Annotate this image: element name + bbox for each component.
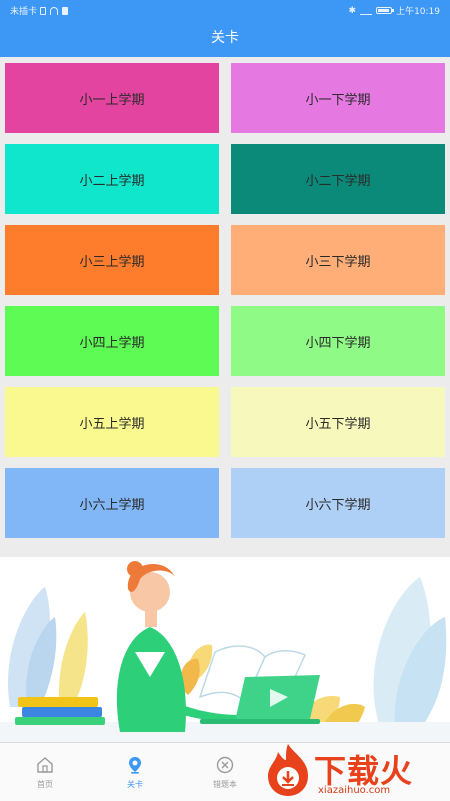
level-label: 小一下学期	[305, 92, 371, 108]
level-label: 小六下学期	[305, 497, 371, 513]
level-tile-6b[interactable]: 小六下学期	[231, 468, 445, 538]
flame-logo-icon	[268, 744, 308, 796]
level-tile-5b[interactable]: 小五下学期	[231, 387, 445, 457]
study-banner-illustration	[0, 557, 450, 742]
level-tile-5a[interactable]: 小五上学期	[5, 387, 219, 457]
level-label: 小二下学期	[305, 173, 371, 189]
level-label: 小三上学期	[79, 254, 145, 270]
level-tile-2b[interactable]: 小二下学期	[231, 144, 445, 214]
level-tile-2a[interactable]: 小二上学期	[5, 144, 219, 214]
home-icon	[37, 757, 53, 773]
battery-icon	[376, 7, 395, 14]
wifi-icon	[49, 6, 59, 15]
status-left: 未插卡	[10, 4, 69, 17]
download-site-watermark: 下载火 xiazaihuo.com	[262, 740, 450, 800]
level-tile-3a[interactable]: 小三上学期	[5, 225, 219, 295]
page-title: 关卡	[211, 30, 239, 46]
level-label: 小六上学期	[79, 497, 145, 513]
tab-label: 关卡	[127, 780, 143, 789]
level-label: 小四上学期	[79, 335, 145, 351]
level-label: 小五上学期	[79, 416, 145, 432]
level-label: 小五下学期	[305, 416, 371, 432]
watermark-url: xiazaihuo.com	[318, 785, 391, 796]
tab-label: 错题本	[213, 780, 237, 789]
carrier-text: 未插卡	[10, 7, 38, 17]
bluetooth-icon: ✱	[348, 5, 357, 16]
level-tile-6a[interactable]: 小六上学期	[5, 468, 219, 538]
tab-label: 首页	[37, 780, 53, 789]
status-bar: 未插卡 ✱ 上午10:19	[0, 0, 450, 20]
status-right: ✱ 上午10:19	[348, 4, 440, 18]
level-tile-4b[interactable]: 小四下学期	[231, 306, 445, 376]
sim-icon	[40, 6, 47, 15]
signal-icon	[360, 7, 373, 15]
level-label: 小三下学期	[305, 254, 371, 270]
title-bar: 关卡	[0, 20, 450, 57]
location-pin-icon	[129, 757, 141, 774]
level-label: 小二上学期	[79, 173, 145, 189]
level-label: 小一上学期	[79, 92, 145, 108]
level-tile-3b[interactable]: 小三下学期	[231, 225, 445, 295]
level-tile-1a[interactable]: 小一上学期	[5, 63, 219, 133]
level-tile-4a[interactable]: 小四上学期	[5, 306, 219, 376]
student-reading-illustration	[0, 561, 450, 742]
level-grid: 小一上学期 小一下学期 小二上学期 小二下学期 小三上学期 小三下学期 小四上学…	[0, 57, 450, 547]
level-tile-1b[interactable]: 小一下学期	[231, 63, 445, 133]
clock-text: 上午10:19	[396, 7, 440, 17]
tab-levels[interactable]: 关卡	[90, 743, 180, 801]
notification-icon	[62, 6, 69, 15]
tab-home[interactable]: 首页	[0, 743, 90, 801]
level-label: 小四下学期	[305, 335, 371, 351]
tab-wrong-answers[interactable]: 错题本	[180, 743, 270, 801]
close-circle-icon	[216, 756, 234, 774]
